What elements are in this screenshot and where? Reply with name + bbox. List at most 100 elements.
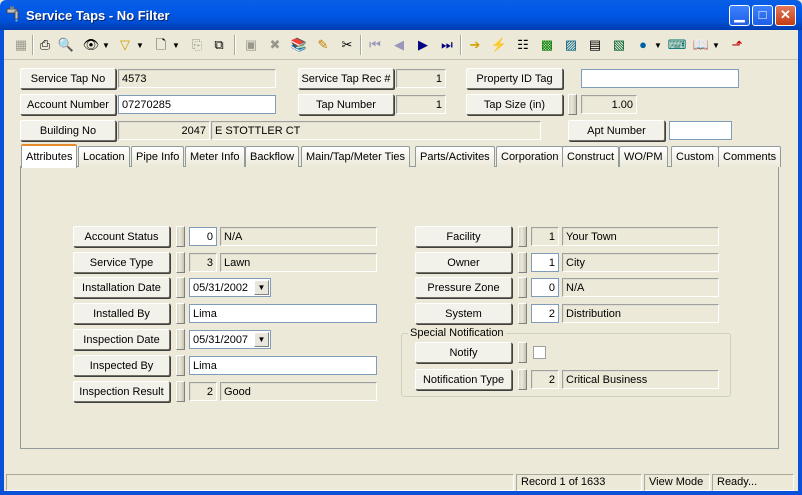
close-button[interactable]: ✕ — [775, 5, 796, 26]
facility-button[interactable]: Facility — [415, 226, 512, 247]
service-type-code-field[interactable]: 3 — [189, 253, 217, 272]
hierarchy-icon[interactable]: ☷ — [514, 35, 532, 54]
account-number-field[interactable]: 07270285 — [118, 95, 276, 114]
service-type-spin-handle[interactable] — [176, 252, 185, 273]
filter-dropdown-icon[interactable]: ▼ — [136, 41, 144, 50]
tab-parts-activites[interactable]: Parts/Activites — [415, 146, 495, 167]
service-tap-no-button[interactable]: Service Tap No — [20, 68, 116, 89]
tab-pipe-info[interactable]: Pipe Info — [131, 146, 185, 167]
inspection-date-spin-handle[interactable] — [176, 329, 185, 350]
globe-icon[interactable]: ● — [634, 35, 652, 54]
account-status-code-field[interactable]: 0 — [189, 227, 217, 246]
inspection-result-button[interactable]: Inspection Result — [73, 381, 170, 402]
filter-icon[interactable]: ▽ — [116, 35, 134, 54]
inspected-by-button[interactable]: Inspected By — [73, 355, 170, 376]
inspection-date-button[interactable]: Inspection Date — [73, 329, 170, 350]
service-tap-no-field[interactable]: 4573 — [118, 69, 276, 88]
tab-backflow[interactable]: Backflow — [245, 146, 300, 167]
tap-size-field[interactable]: 1.00 — [581, 95, 637, 114]
binoculars-dropdown-icon[interactable]: ▼ — [102, 41, 110, 50]
notify-checkbox[interactable] — [533, 346, 546, 359]
service-type-button[interactable]: Service Type — [73, 252, 170, 273]
tab-custom[interactable]: Custom — [671, 146, 719, 167]
tab-wo-pm[interactable]: WO/PM — [619, 146, 668, 167]
calculator-icon[interactable]: ▤ — [586, 35, 604, 54]
scissors-icon[interactable]: ✂ — [338, 35, 356, 54]
tap-size-button[interactable]: Tap Size (in) — [466, 94, 563, 115]
chevron-down-icon[interactable]: ▼ — [254, 280, 269, 295]
property-id-tag-button[interactable]: Property ID Tag — [466, 68, 563, 89]
tab-main-tap-meter-ties[interactable]: Main/Tap/Meter Ties — [301, 146, 411, 167]
inspected-by-field[interactable]: Lima — [189, 356, 377, 375]
grid-icon[interactable]: ▦ — [12, 35, 30, 54]
owner-button[interactable]: Owner — [415, 252, 512, 273]
globe-map-icon[interactable]: ▧ — [610, 35, 628, 54]
paste-icon[interactable]: ⧉ — [210, 35, 228, 54]
tap-number-field[interactable]: 1 — [396, 95, 446, 114]
pencil-icon[interactable]: ✎ — [314, 35, 332, 54]
binoculars-icon[interactable]: 👁 — [82, 35, 100, 54]
pressure-zone-code-field[interactable]: 0 — [531, 278, 559, 297]
service-tap-rec-field[interactable]: 1 — [396, 69, 446, 88]
owner-spin-handle[interactable] — [518, 252, 527, 273]
pressure-zone-spin-handle[interactable] — [518, 277, 527, 298]
system-button[interactable]: System — [415, 303, 512, 324]
copy-icon[interactable]: ⎘ — [188, 35, 206, 54]
property-id-tag-field[interactable] — [581, 69, 739, 88]
book-dropdown-icon[interactable]: ▼ — [712, 41, 720, 50]
tab-meter-info[interactable]: Meter Info — [185, 146, 245, 167]
apt-number-button[interactable]: Apt Number — [568, 120, 665, 141]
tap-size-spin-handle[interactable] — [568, 94, 577, 115]
installed-by-button[interactable]: Installed By — [73, 303, 170, 324]
system-spin-handle[interactable] — [518, 303, 527, 324]
lightning-icon[interactable]: ⚡ — [490, 35, 508, 54]
pressure-zone-button[interactable]: Pressure Zone — [415, 277, 512, 298]
map-icon[interactable]: ▨ — [562, 35, 580, 54]
minimize-button[interactable]: ▁ — [729, 5, 750, 26]
notification-type-button[interactable]: Notification Type — [415, 369, 512, 390]
next-icon[interactable]: ▶ — [414, 35, 432, 54]
installation-date-button[interactable]: Installation Date — [73, 277, 170, 298]
book-icon[interactable]: 📖 — [692, 35, 710, 54]
inspection-result-spin-handle[interactable] — [176, 381, 185, 402]
notification-type-spin-handle[interactable] — [518, 369, 527, 390]
street-name-field[interactable]: E STOTTLER CT — [211, 121, 541, 140]
hierarchy-color-icon[interactable]: ▩ — [538, 35, 556, 54]
tab-construct[interactable]: Construct — [562, 146, 620, 167]
books-icon[interactable]: 📚 — [290, 35, 308, 54]
owner-code-field[interactable]: 1 — [531, 253, 559, 272]
building-no-button[interactable]: Building No — [20, 120, 116, 141]
print-icon[interactable]: ⎙ — [36, 35, 54, 54]
tab-comments[interactable]: Comments — [718, 146, 782, 167]
system-code-field[interactable]: 2 — [531, 304, 559, 323]
print-preview-icon[interactable]: 🔍 — [57, 35, 75, 54]
chevron-down-icon[interactable]: ▼ — [254, 332, 269, 347]
installed-by-spin-handle[interactable] — [176, 303, 185, 324]
record-icon[interactable]: 🗋 — [152, 35, 170, 54]
inspected-by-spin-handle[interactable] — [176, 355, 185, 376]
apt-number-field[interactable] — [669, 121, 732, 140]
arrow-right-icon[interactable]: ➔ — [466, 35, 484, 54]
first-icon[interactable]: ⏮ — [366, 35, 384, 54]
account-status-button[interactable]: Account Status — [73, 226, 170, 247]
record-dropdown-icon[interactable]: ▼ — [172, 41, 180, 50]
tap-number-button[interactable]: Tap Number — [298, 94, 394, 115]
keyboard-icon[interactable]: ⌨ — [668, 35, 687, 54]
notification-type-code-field[interactable]: 2 — [531, 370, 559, 389]
tab-attributes[interactable]: Attributes — [21, 144, 78, 168]
account-number-button[interactable]: Account Number — [20, 94, 116, 115]
exit-icon[interactable]: ⬏ — [728, 35, 746, 54]
installation-date-spin-handle[interactable] — [176, 277, 185, 298]
installation-date-select[interactable]: 05/31/2002 ▼ — [189, 278, 271, 297]
last-icon[interactable]: ⏭ — [438, 35, 456, 54]
delete-icon[interactable]: ✖ — [266, 35, 284, 54]
notify-button[interactable]: Notify — [415, 342, 512, 363]
building-no-field[interactable]: 2047 — [118, 121, 210, 140]
maximize-button[interactable]: □ — [752, 5, 773, 26]
account-status-spin-handle[interactable] — [176, 226, 185, 247]
tab-location[interactable]: Location — [78, 146, 130, 167]
disk-icon[interactable]: ▣ — [242, 35, 260, 54]
inspection-result-code-field[interactable]: 2 — [189, 382, 217, 401]
inspection-date-select[interactable]: 05/31/2007 ▼ — [189, 330, 271, 349]
tab-corporation[interactable]: Corporation — [496, 146, 564, 167]
